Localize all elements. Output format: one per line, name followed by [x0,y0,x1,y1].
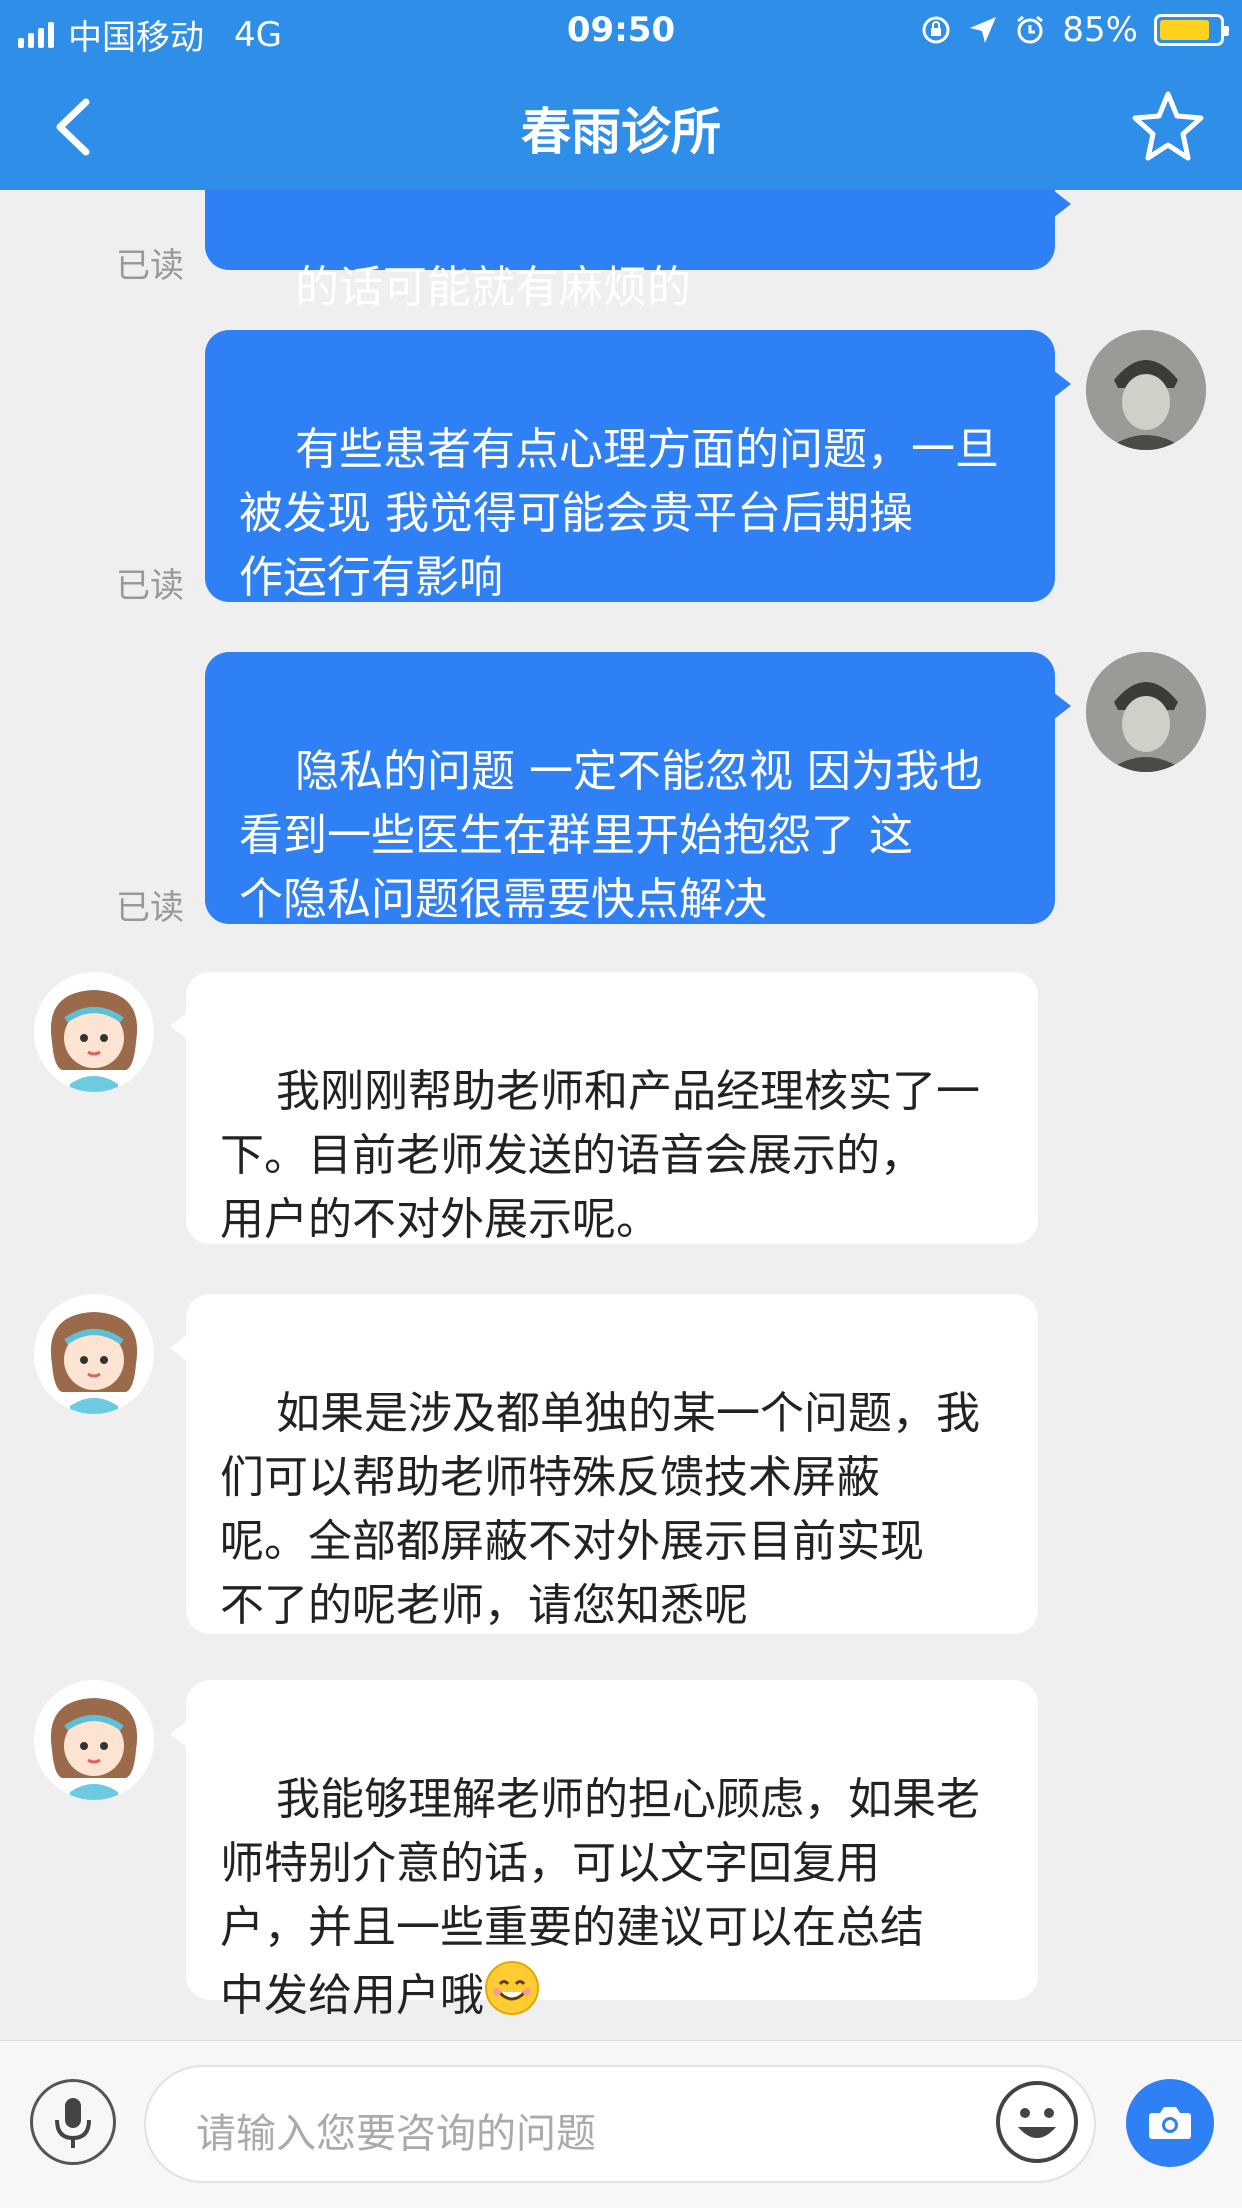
assistant-avatar[interactable] [34,1680,154,1800]
message-text: 如果是涉及都单独的某一个问题，我 们可以帮助老师特殊反馈技术屏蔽 呢。全部都屏蔽… [220,1388,980,1631]
camera-icon [1149,2107,1191,2139]
orientation-lock-icon [922,16,950,44]
smiling-emoji-icon [485,1961,539,2015]
input-placeholder: 请输入您要咨询的问题 [196,2111,596,2157]
girl-avatar-icon [34,1680,154,1800]
message-bubble-outgoing[interactable]: 有些患者有点心理方面的问题，一旦 被发现 我觉得可能会贵平台后期操 作运行有影响 [205,330,1071,603]
smiley-icon[interactable] [994,2079,1080,2165]
battery-icon [1154,14,1229,46]
message-text: 的话可能就有麻烦的 [294,262,691,313]
voice-button[interactable] [30,2079,116,2165]
message-bubble-outgoing[interactable]: 隐私的问题 一定不能忽视 因为我也 看到一些医生在群里开始抱怨了 这 个隐私问题… [205,652,1071,925]
message-text: 隐私的问题 一定不能忽视 因为我也 看到一些医生在群里开始抱怨了 这 个隐私问题… [239,746,983,925]
alarm-icon [1017,15,1044,44]
message-bubble-incoming[interactable]: 我能够理解老师的担心顾虑，如果老 师特别介意的话，可以文字回复用 户，并且一些重… [170,1680,1038,2021]
read-receipt: 已读 [116,566,184,606]
star-icon[interactable] [1130,88,1206,164]
message-text: 我能够理解老师的担心顾虑，如果老 师特别介意的话，可以文字回复用 户，并且一些重… [220,1774,980,2021]
battery-percent: 85% [1062,10,1138,50]
nav-bar: 春雨诊所 [0,62,1242,190]
girl-avatar-icon [34,972,154,1092]
user-portrait-icon [1086,652,1206,772]
read-receipt: 已读 [116,246,184,286]
chat-area[interactable]: 的话可能就有麻烦的 已读 有些患者有点心理方面的问题，一旦 被发现 我觉得可能会… [0,190,1242,2040]
message-bubble-outgoing[interactable]: 的话可能就有麻烦的 [205,190,1071,313]
user-avatar[interactable] [1086,330,1206,450]
status-bar: 中国移动 4G 09:50 85% [0,0,1242,62]
mic-icon [55,2098,91,2148]
message-input[interactable]: 请输入您要咨询的问题 [144,2065,1096,2183]
user-avatar[interactable] [1086,652,1206,772]
message-text: 有些患者有点心理方面的问题，一旦 被发现 我觉得可能会贵平台后期操 作运行有影响 [239,424,999,603]
message-bubble-incoming[interactable]: 我刚刚帮助老师和产品经理核实了一 下。目前老师发送的语音会展示的， 用户的不对外… [170,972,1038,1245]
girl-avatar-icon [34,1294,154,1414]
assistant-avatar[interactable] [34,1294,154,1414]
location-arrow-icon [970,17,997,43]
camera-button[interactable] [1126,2079,1214,2167]
page-title: 春雨诊所 [521,103,721,161]
top-bar: 中国移动 4G 09:50 85% 春雨诊所 [0,0,1242,190]
message-text: 我刚刚帮助老师和产品经理核实了一 下。目前老师发送的语音会展示的， 用户的不对外… [220,1066,980,1245]
read-receipt: 已读 [116,888,184,928]
assistant-avatar[interactable] [34,972,154,1092]
user-portrait-icon [1086,330,1206,450]
input-bar: 请输入您要咨询的问题 [0,2040,1242,2208]
message-bubble-incoming[interactable]: 如果是涉及都单独的某一个问题，我 们可以帮助老师特殊反馈技术屏蔽 呢。全部都屏蔽… [170,1294,1038,1634]
